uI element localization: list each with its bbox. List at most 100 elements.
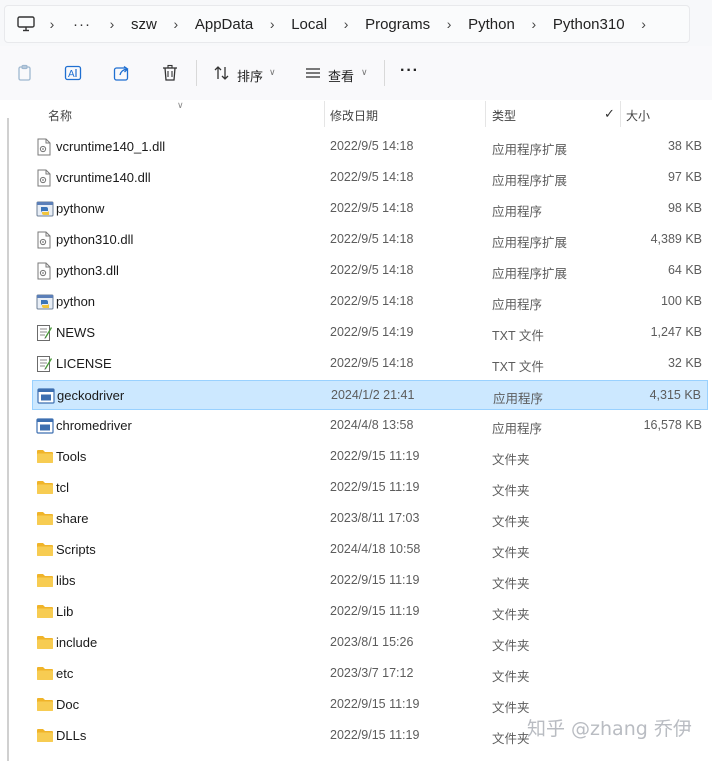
breadcrumb-item[interactable]: Local [287,16,331,33]
exe-app-icon [37,387,55,405]
checkmark-icon: ✓ [604,106,615,121]
file-row[interactable]: python 2022/9/5 14:18 应用程序 100 KB [32,287,708,317]
file-type: 文件夹 [492,484,530,498]
scroll-track[interactable] [7,118,9,761]
file-name: geckodriver [57,388,125,403]
column-type-header[interactable]: 类型 [492,107,516,124]
svg-text:A: A [68,69,75,80]
rename-icon[interactable]: A [64,64,82,82]
file-size: 16,578 KB [643,418,702,432]
file-row[interactable]: LICENSE 2022/9/5 14:18 TXT 文件 32 KB [32,349,708,379]
file-type: 文件夹 [492,639,530,653]
breadcrumb-item[interactable]: Python [464,16,519,33]
file-size: 100 KB [660,294,702,308]
sort-indicator-icon: ∨ [177,100,184,110]
share-icon[interactable] [113,64,131,82]
delete-icon[interactable] [161,64,179,82]
file-row[interactable]: pythonw 2022/9/5 14:18 应用程序 98 KB [32,194,708,224]
chevron-right-icon[interactable]: › [434,16,464,32]
chevron-right-icon[interactable]: › [519,16,549,32]
file-row[interactable]: NEWS 2022/9/5 14:19 TXT 文件 1,247 KB [32,318,708,348]
file-type: 应用程序 [493,392,544,406]
file-name: Tools [56,449,87,464]
breadcrumb-item[interactable]: AppData [191,16,257,33]
chevron-right-icon[interactable]: › [97,16,127,32]
file-type: TXT 文件 [492,329,544,343]
file-type: 文件夹 [492,670,530,684]
dll-file-icon [36,231,54,249]
view-icon[interactable] [304,64,322,82]
address-bar[interactable]: › ··· › szw › AppData › Local › Programs… [4,5,690,43]
sort-button[interactable]: 排序 [237,66,263,85]
file-row[interactable]: python3.dll 2022/9/5 14:18 应用程序扩展 64 KB [32,256,708,286]
file-size: 64 KB [667,263,702,277]
breadcrumb-overflow-button[interactable]: ··· [67,16,97,33]
file-date: 2022/9/5 14:18 [330,170,414,184]
column-size-header[interactable]: 大小 [626,107,650,124]
file-row[interactable]: tcl 2022/9/15 11:19 文件夹 [32,473,708,503]
breadcrumb-item[interactable]: szw [127,16,161,33]
folder-icon [36,510,54,528]
column-divider[interactable] [485,101,486,127]
paste-icon[interactable] [16,64,34,82]
this-pc-icon[interactable] [15,13,37,35]
python-app-icon [36,293,54,311]
file-name: libs [56,573,76,588]
more-options-button[interactable]: ··· [400,62,419,80]
column-divider[interactable] [620,101,621,127]
column-date-header[interactable]: 修改日期 [330,107,378,124]
file-name: include [56,635,98,650]
file-name: python310.dll [56,232,134,247]
chevron-right-icon[interactable]: › [257,16,287,32]
file-type: 应用程序扩展 [492,174,568,188]
file-type: 应用程序扩展 [492,236,568,250]
view-button[interactable]: 查看 [328,66,354,85]
file-row-selected[interactable]: geckodriver 2024/1/2 21:41 应用程序 4,315 KB [32,380,708,410]
chevron-right-icon[interactable]: › [161,16,191,32]
file-name: vcruntime140.dll [56,170,151,185]
file-row[interactable]: etc 2023/3/7 17:12 文件夹 [32,659,708,689]
breadcrumb-item[interactable]: Programs [361,16,434,33]
file-row[interactable]: share 2023/8/11 17:03 文件夹 [32,504,708,534]
dll-file-icon [36,169,54,187]
file-name: python [56,294,96,309]
exe-app-icon [36,417,54,435]
column-name-header[interactable]: 名称 [48,107,72,124]
command-bar: A 排序 ∨ 查看 ∨ ··· [0,46,712,101]
file-date: 2022/9/15 11:19 [330,697,420,711]
chevron-right-icon[interactable]: › [37,16,67,32]
file-row[interactable]: vcruntime140.dll 2022/9/5 14:18 应用程序扩展 97 K… [32,163,708,193]
file-type: TXT 文件 [492,360,544,374]
file-row[interactable]: include 2023/8/1 15:26 文件夹 [32,628,708,658]
folder-icon [36,696,54,714]
file-type: 文件夹 [492,577,530,591]
chevron-right-icon[interactable]: › [331,16,361,32]
file-type: 应用程序 [492,205,543,219]
file-row[interactable]: Tools 2022/9/15 11:19 文件夹 [32,442,708,472]
file-name: vcruntime140_1.dll [56,139,166,154]
chevron-right-icon[interactable]: › [629,16,659,32]
watermark: 知乎 @zhang 乔伊 [527,718,692,740]
file-row[interactable]: chromedriver 2024/4/8 13:58 应用程序 16,578 KB [32,411,708,441]
chevron-down-icon[interactable]: ∨ [361,67,368,78]
file-name: DLLs [56,728,87,743]
file-row[interactable]: vcruntime140_1.dll 2022/9/5 14:18 应用程序扩展 38… [32,132,708,162]
file-date: 2022/9/5 14:18 [330,201,414,215]
file-row[interactable]: python310.dll 2022/9/5 14:18 应用程序扩展 4,389 K… [32,225,708,255]
file-date: 2022/9/5 14:18 [330,294,414,308]
file-row[interactable]: libs 2022/9/15 11:19 文件夹 [32,566,708,596]
chevron-down-icon[interactable]: ∨ [269,67,276,78]
column-divider[interactable] [324,101,325,127]
dll-file-icon [36,138,54,156]
file-date: 2023/8/11 17:03 [330,511,420,525]
file-type: 文件夹 [492,608,530,622]
file-date: 2022/9/5 14:19 [330,325,414,339]
sort-icon[interactable] [213,64,231,82]
file-type: 应用程序扩展 [492,143,568,157]
file-date: 2022/9/15 11:19 [330,480,420,494]
text-file-icon [36,355,54,373]
file-name: Doc [56,697,80,712]
breadcrumb-item-current[interactable]: Python310 [549,16,629,33]
file-row[interactable]: Lib 2022/9/15 11:19 文件夹 [32,597,708,627]
file-row[interactable]: Scripts 2024/4/18 10:58 文件夹 [32,535,708,565]
